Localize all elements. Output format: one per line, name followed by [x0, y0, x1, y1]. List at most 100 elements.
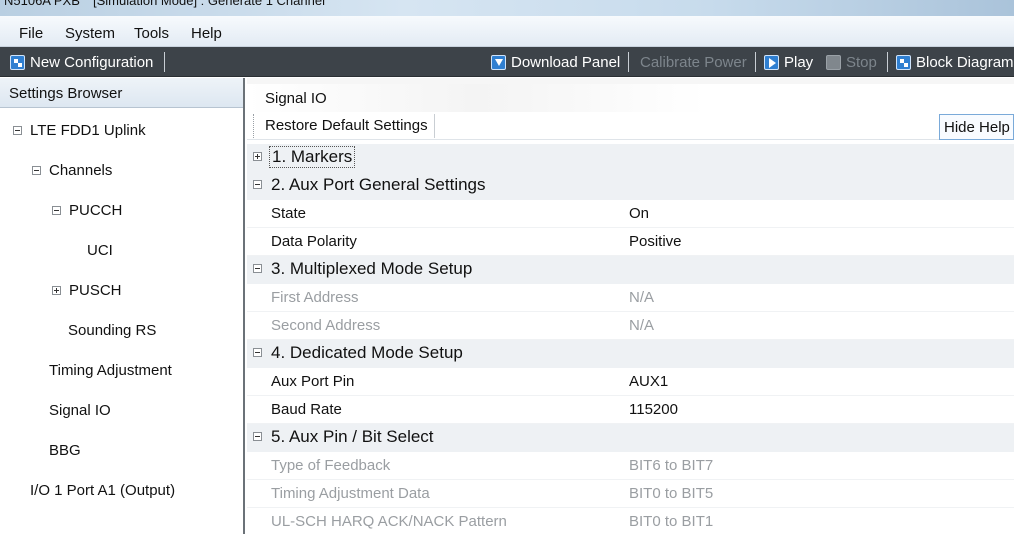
download-panel-label: Download Panel	[511, 53, 621, 71]
panel-action-bar: Restore Default Settings Hide Help	[247, 112, 1014, 140]
property-row-harq-pattern: UL-SCH HARQ ACK/NACK Pattern BIT0 to BIT…	[247, 508, 1014, 534]
tree-item-label: BBG	[49, 442, 81, 459]
tree-item-label: Channels	[49, 162, 113, 179]
section-title: 1. Markers	[269, 146, 356, 168]
property-value: BIT6 to BIT7	[629, 457, 714, 474]
tree-item-timing-adjustment[interactable]: Timing Adjustment	[49, 362, 172, 379]
collapse-icon[interactable]	[253, 348, 262, 357]
new-configuration-button[interactable]: New Configuration	[10, 47, 153, 77]
calibrate-power-button[interactable]: Calibrate Power	[640, 47, 747, 77]
property-value: BIT0 to BIT1	[629, 513, 714, 530]
app-title: N5106A PXB	[4, 0, 80, 8]
menu-file[interactable]: File	[19, 25, 43, 42]
tree-item-label: PUCCH	[69, 202, 123, 219]
property-name: Aux Port Pin	[271, 373, 355, 390]
menu-system[interactable]: System	[65, 25, 115, 42]
tree-item-pucch[interactable]: PUCCH	[52, 202, 122, 219]
toolbar-separator	[628, 52, 629, 72]
toolbar-separator	[887, 52, 888, 72]
window-title-bar: N5106A PXB [Simulation Mode] : Generate …	[0, 0, 1014, 16]
collapse-icon[interactable]	[253, 432, 262, 441]
section-title: 4. Dedicated Mode Setup	[271, 343, 463, 362]
section-title: 3. Multiplexed Mode Setup	[271, 259, 473, 278]
property-value[interactable]: 115200	[629, 401, 678, 418]
stop-label: Stop	[846, 53, 877, 71]
property-value: N/A	[629, 289, 655, 306]
toolbar-separator	[164, 52, 165, 72]
stop-button[interactable]: Stop	[826, 47, 877, 77]
collapse-icon[interactable]	[13, 126, 22, 135]
property-name: Data Polarity	[271, 233, 357, 250]
hide-help-button[interactable]: Hide Help	[939, 114, 1014, 140]
tree-item-label: I/O 1 Port A1 (Output)	[30, 482, 176, 499]
play-button[interactable]: Play	[764, 47, 813, 77]
tree-item-label: LTE FDD1 Uplink	[30, 122, 146, 139]
tree-item-sounding-rs[interactable]: Sounding RS	[68, 322, 156, 339]
tree-item-io-port[interactable]: I/O 1 Port A1 (Output)	[30, 482, 175, 499]
tab-label: Signal IO	[265, 90, 327, 107]
property-row-data-polarity[interactable]: Data Polarity Positive	[247, 228, 1014, 256]
property-name: Timing Adjustment Data	[271, 485, 430, 502]
section-multiplexed-mode[interactable]: 3. Multiplexed Mode Setup	[247, 256, 1014, 284]
property-name: Second Address	[271, 317, 381, 334]
mode-title: [Simulation Mode] : Generate 1 Channel	[93, 0, 325, 8]
tree-item-label: Signal IO	[49, 402, 111, 419]
property-row-aux-port-pin[interactable]: Aux Port Pin AUX1	[247, 368, 1014, 396]
collapse-icon[interactable]	[253, 264, 262, 273]
property-name: Baud Rate	[271, 401, 342, 418]
property-row-state[interactable]: State On	[247, 200, 1014, 228]
property-value: N/A	[629, 317, 655, 334]
collapse-icon[interactable]	[253, 180, 262, 189]
tree-item-uci[interactable]: UCI	[87, 242, 113, 259]
expand-icon[interactable]	[52, 286, 61, 295]
property-row-timing-adjustment-data: Timing Adjustment Data BIT0 to BIT5	[247, 480, 1014, 508]
collapse-icon[interactable]	[32, 166, 41, 175]
restore-default-settings-button[interactable]: Restore Default Settings	[253, 114, 435, 138]
download-panel-button[interactable]: Download Panel	[491, 47, 620, 77]
toolbar-separator	[755, 52, 756, 72]
tree-item-signal-io[interactable]: Signal IO	[49, 402, 111, 419]
property-row-type-of-feedback: Type of Feedback BIT6 to BIT7	[247, 452, 1014, 480]
property-name: First Address	[271, 289, 359, 306]
menu-bar: File System Tools Help	[0, 16, 1014, 47]
block-diagram-label: Block Diagram	[916, 53, 1014, 71]
property-name: Type of Feedback	[271, 457, 391, 474]
property-row-first-address: First Address N/A	[247, 284, 1014, 312]
collapse-icon[interactable]	[52, 206, 61, 215]
property-name: UL-SCH HARQ ACK/NACK Pattern	[271, 513, 507, 530]
menu-tools[interactable]: Tools	[134, 25, 169, 42]
block-diagram-icon	[896, 54, 911, 70]
section-aux-pin-bit-select[interactable]: 5. Aux Pin / Bit Select	[247, 424, 1014, 452]
tree-item-channels[interactable]: Channels	[32, 162, 112, 179]
block-diagram-button[interactable]: Block Diagram	[896, 47, 1014, 77]
settings-browser-header: Settings Browser	[0, 78, 243, 108]
play-icon	[764, 54, 779, 70]
tree-item-bbg[interactable]: BBG	[49, 442, 81, 459]
section-dedicated-mode[interactable]: 4. Dedicated Mode Setup	[247, 340, 1014, 368]
property-value[interactable]: AUX1	[629, 373, 668, 390]
stop-icon	[826, 54, 841, 70]
property-row-baud-rate[interactable]: Baud Rate 115200	[247, 396, 1014, 424]
properties-panel: Signal IO Restore Default Settings Hide …	[247, 78, 1014, 534]
tree-item-label: PUSCH	[69, 282, 122, 299]
toolbar: New Configuration Download Panel Calibra…	[0, 47, 1014, 77]
property-row-second-address: Second Address N/A	[247, 312, 1014, 340]
calibrate-power-label: Calibrate Power	[640, 53, 747, 71]
menu-help[interactable]: Help	[191, 25, 222, 42]
new-configuration-icon	[10, 54, 25, 70]
play-label: Play	[784, 53, 814, 71]
property-name: State	[271, 205, 307, 222]
tree-item-label: UCI	[87, 242, 113, 259]
tab-signal-io[interactable]: Signal IO	[247, 78, 1014, 112]
expand-icon[interactable]	[253, 152, 262, 161]
section-aux-port-general[interactable]: 2. Aux Port General Settings	[247, 172, 1014, 200]
download-icon	[491, 54, 506, 70]
settings-browser-title: Settings Browser	[9, 85, 123, 102]
tree-item-label: Timing Adjustment	[49, 362, 172, 379]
tree-item-pusch[interactable]: PUSCH	[52, 282, 122, 299]
tree-item-lte-fdd1-uplink[interactable]: LTE FDD1 Uplink	[13, 122, 146, 139]
property-value[interactable]: Positive	[629, 233, 682, 250]
section-markers[interactable]: 1. Markers	[247, 144, 1014, 172]
property-value[interactable]: On	[629, 205, 649, 222]
property-value: BIT0 to BIT5	[629, 485, 714, 502]
